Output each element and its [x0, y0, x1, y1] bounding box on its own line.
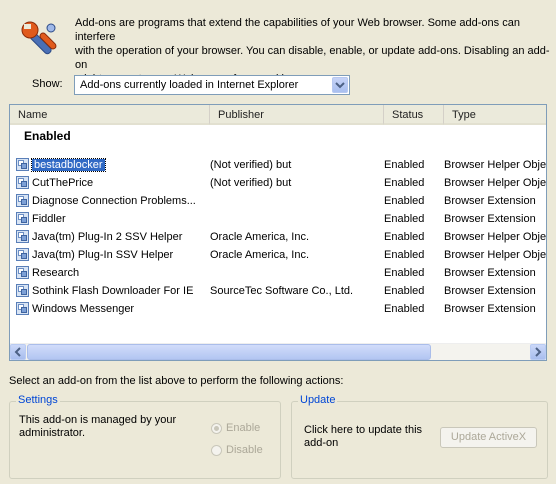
table-row[interactable]: bestadblocker (Not verified) but Enabled Br…: [10, 156, 546, 174]
intro-line: Add-ons are programs that extend the cap…: [75, 17, 520, 43]
row-type: Browser Helper Object: [444, 177, 546, 189]
row-name: bestadblocker: [31, 158, 210, 172]
addon-tools-icon: [20, 20, 60, 60]
row-name: CutThePrice: [32, 177, 94, 189]
scroll-left-button[interactable]: [10, 344, 26, 360]
addon-component-icon: [16, 194, 29, 207]
update-line: add-on: [304, 437, 339, 449]
row-status: Enabled: [384, 177, 425, 189]
row-type: Browser Helper Object: [444, 159, 546, 171]
row-status: Enabled: [384, 195, 425, 207]
row-status: Enabled: [384, 285, 425, 297]
column-header-publisher[interactable]: Publisher: [210, 105, 384, 125]
row-type: Browser Helper Object: [444, 231, 546, 243]
row-name: Windows Messenger: [32, 303, 135, 315]
row-name: Diagnose Connection Problems...: [32, 195, 196, 207]
row-type: Browser Extension: [444, 267, 536, 279]
horizontal-scrollbar[interactable]: [10, 343, 546, 360]
addon-component-icon: [16, 284, 29, 297]
scroll-thumb[interactable]: [27, 344, 431, 360]
update-group: Update Click here to update this add-on …: [291, 394, 548, 479]
settings-title: Settings: [16, 394, 60, 406]
row-name: Research: [32, 267, 80, 279]
disable-radio[interactable]: [211, 445, 222, 456]
instruction-text: Select an add-on from the list above to …: [9, 375, 344, 387]
addon-component-icon: [16, 176, 29, 189]
table-row[interactable]: Windows Messenger Enabled Browser Extensio…: [10, 300, 546, 318]
chevron-down-icon: [335, 82, 345, 89]
addon-component-icon: [16, 302, 29, 315]
update-activex-button[interactable]: Update ActiveX: [440, 427, 537, 448]
row-name: Java(tm) Plug-In 2 SSV Helper: [32, 231, 183, 243]
addon-component-icon: [16, 230, 29, 243]
group-header-enabled: Enabled: [24, 129, 71, 143]
row-status: Enabled: [384, 249, 425, 261]
dropdown-button[interactable]: [332, 77, 348, 93]
row-publisher: Oracle America, Inc.: [210, 249, 310, 261]
show-label: Show:: [32, 78, 63, 90]
row-status: Enabled: [384, 267, 425, 279]
table-row[interactable]: Java(tm) Plug-In 2 SSV Helper Oracle Amer…: [10, 228, 546, 246]
settings-group: Settings This add-on is managed by your …: [9, 394, 281, 479]
row-type: Browser Extension: [444, 213, 536, 225]
disable-label: Disable: [226, 444, 263, 456]
enable-radio[interactable]: [211, 423, 222, 434]
enable-label: Enable: [226, 422, 261, 434]
row-type: Browser Extension: [444, 303, 536, 315]
row-name: Java(tm) Plug-In SSV Helper: [32, 249, 174, 261]
chevron-left-icon: [14, 347, 21, 357]
managed-line: This add-on is managed by your: [19, 414, 177, 426]
update-text: Click here to update this add-on: [304, 424, 422, 450]
table-row[interactable]: CutThePrice (Not verified) but Enabled Brow…: [10, 174, 546, 192]
managed-text: This add-on is managed by your administr…: [19, 414, 176, 440]
table-row[interactable]: Diagnose Connection Problems... Enabled Br…: [10, 192, 546, 210]
row-status: Enabled: [384, 213, 425, 225]
addon-component-icon: [16, 266, 29, 279]
update-line: Click here to update this: [304, 424, 423, 436]
row-name-highlight: bestadblocker: [31, 158, 106, 172]
row-name: Fiddler: [32, 213, 66, 225]
table-row[interactable]: Fiddler Enabled Browser Extension: [10, 210, 546, 228]
row-publisher: SourceTec Software Co., Ltd.: [210, 285, 354, 297]
column-header-status[interactable]: Status: [384, 105, 444, 125]
row-status: Enabled: [384, 303, 425, 315]
row-type: Browser Extension: [444, 285, 536, 297]
addon-component-icon: [16, 158, 29, 171]
row-publisher: (Not verified) but: [210, 177, 292, 189]
addons-list[interactable]: Name Publisher Status Type Enabled besta…: [9, 104, 547, 361]
column-header-type[interactable]: Type: [444, 105, 546, 125]
addon-component-icon: [16, 212, 29, 225]
table-row[interactable]: Research Enabled Browser Extension: [10, 264, 546, 282]
row-publisher: (Not verified) but: [210, 159, 292, 171]
show-select-value: Add-ons currently loaded in Internet Exp…: [80, 79, 299, 91]
row-publisher: Oracle America, Inc.: [210, 231, 310, 243]
row-type: Browser Extension: [444, 195, 536, 207]
table-row[interactable]: Java(tm) Plug-In SSV Helper Oracle Americ…: [10, 246, 546, 264]
column-header-name[interactable]: Name: [10, 105, 210, 125]
scroll-right-button[interactable]: [530, 344, 546, 360]
row-status: Enabled: [384, 159, 425, 171]
addon-component-icon: [16, 248, 29, 261]
chevron-right-icon: [535, 347, 542, 357]
row-status: Enabled: [384, 231, 425, 243]
update-title: Update: [298, 394, 338, 406]
managed-line: administrator.: [19, 427, 86, 439]
intro-line: with the operation of your browser. You …: [75, 45, 550, 71]
row-name: Sothink Flash Downloader For IE: [32, 285, 194, 297]
show-select[interactable]: Add-ons currently loaded in Internet Exp…: [74, 75, 350, 95]
row-type: Browser Helper Object: [444, 249, 546, 261]
table-row[interactable]: Sothink Flash Downloader For IE SourceTec…: [10, 282, 546, 300]
